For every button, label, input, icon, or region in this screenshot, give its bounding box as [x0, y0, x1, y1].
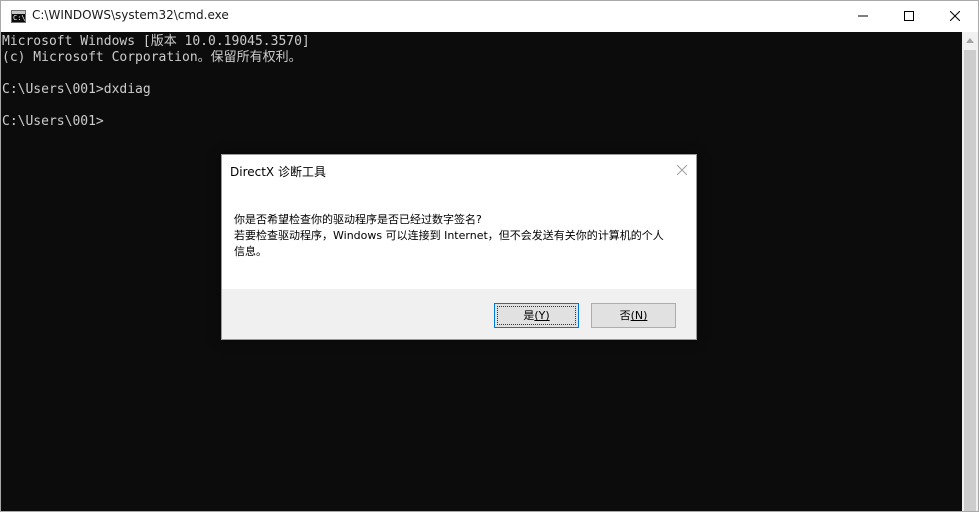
maximize-button[interactable]: [886, 1, 932, 32]
minimize-icon: [858, 15, 868, 17]
console-line: Microsoft Windows [版本 10.0.19045.3570]: [2, 34, 310, 49]
dialog-message-line: 若要检查驱动程序，Windows 可以连接到 Internet，但不会发送有关你…: [234, 229, 664, 242]
vertical-scrollbar[interactable]: [962, 32, 978, 511]
cmd-icon-glyph: C:\: [13, 14, 26, 22]
close-icon: [950, 11, 960, 21]
cmd-app-icon[interactable]: C:\: [11, 10, 26, 23]
yes-button[interactable]: 是(Y): [494, 303, 579, 328]
console-prompt: C:\Users\001>: [2, 114, 104, 129]
title-bar[interactable]: C:\ C:\WINDOWS\system32\cmd.exe: [1, 1, 978, 32]
window-title: C:\WINDOWS\system32\cmd.exe: [32, 8, 229, 22]
yes-button-label: 是: [523, 309, 535, 322]
yes-button-mnemonic: (Y): [534, 309, 550, 322]
no-button-label: 否: [619, 309, 631, 322]
no-button-mnemonic: (N): [630, 309, 648, 322]
dialog-message-line: 信息。: [234, 245, 267, 258]
maximize-icon: [904, 11, 914, 21]
close-button[interactable]: [932, 1, 978, 32]
directx-dialog: DirectX 诊断工具 你是否希望检查你的驱动程序是否已经过数字签名? 若要检…: [221, 154, 697, 340]
scroll-up-arrow-icon[interactable]: [962, 32, 978, 49]
dialog-title: DirectX 诊断工具: [230, 165, 326, 179]
close-icon: [677, 165, 687, 175]
console-line: (c) Microsoft Corporation。保留所有权利。: [2, 50, 302, 65]
console-line: C:\Users\001>dxdiag: [2, 82, 151, 97]
dialog-message-line: 你是否希望检查你的驱动程序是否已经过数字签名?: [234, 213, 482, 226]
no-button[interactable]: 否(N): [591, 303, 676, 328]
scroll-thumb[interactable]: [964, 50, 976, 511]
dialog-close-button[interactable]: [670, 159, 694, 181]
minimize-button[interactable]: [840, 1, 886, 32]
